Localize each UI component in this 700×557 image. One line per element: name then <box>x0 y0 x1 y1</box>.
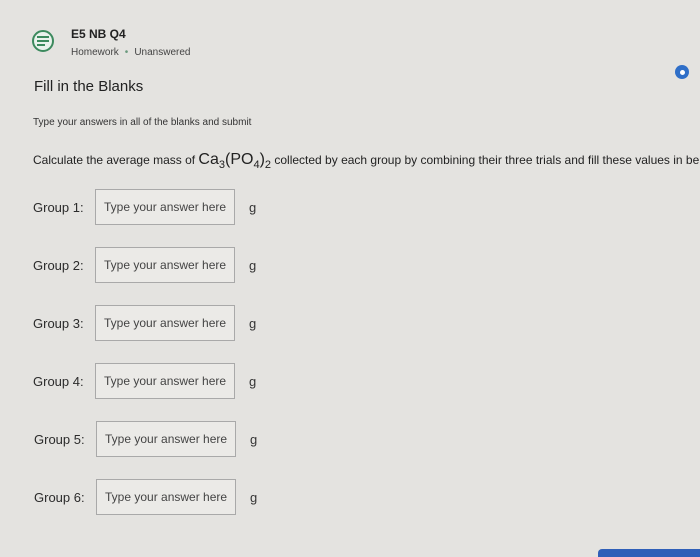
group-5-answer-input[interactable] <box>96 421 236 457</box>
group-row-1: Group 1: g <box>33 189 256 225</box>
unit-label: g <box>249 257 257 273</box>
group-1-answer-input[interactable] <box>95 189 235 225</box>
instructions: Type your answers in all of the blanks a… <box>33 117 252 128</box>
unit-label: g <box>250 431 258 447</box>
group-row-3: Group 3: g <box>33 305 256 341</box>
section-title: Fill in the Blanks <box>34 78 144 95</box>
unit-label: g <box>250 489 258 505</box>
group-label: Group 3: <box>33 315 84 331</box>
unit-label: g <box>249 315 257 331</box>
question-suffix: collected by each group by combining the… <box>271 153 700 167</box>
unit-label: g <box>249 373 257 389</box>
question-text: Calculate the average mass of Ca3(PO4)2 … <box>33 151 700 171</box>
separator-dot: • <box>124 47 129 58</box>
group-label: Group 4: <box>33 373 84 389</box>
group-label: Group 6: <box>34 489 85 505</box>
group-row-4: Group 4: g <box>33 363 256 399</box>
group-row-6: Group 6: g <box>34 479 257 515</box>
group-2-answer-input[interactable] <box>95 247 235 283</box>
status-text: Unanswered <box>134 47 191 58</box>
group-label: Group 1: <box>33 199 84 215</box>
group-label: Group 2: <box>33 257 84 273</box>
group-6-answer-input[interactable] <box>96 479 236 515</box>
assignment-title: E5 NB Q4 <box>71 27 126 41</box>
bottom-action-bar[interactable] <box>598 549 700 557</box>
chemical-formula: Ca3(PO4)2 <box>198 151 272 172</box>
question-prefix: Calculate the average mass of <box>33 153 199 167</box>
info-dot-icon[interactable] <box>675 65 689 79</box>
unit-label: g <box>249 199 257 215</box>
group-3-answer-input[interactable] <box>95 305 235 341</box>
group-row-5: Group 5: g <box>34 421 257 457</box>
group-4-answer-input[interactable] <box>95 363 235 399</box>
assignment-category: Homework <box>71 47 119 58</box>
assignment-meta: Homework • Unanswered <box>71 47 190 58</box>
group-row-2: Group 2: g <box>33 247 256 283</box>
list-check-icon <box>32 30 54 52</box>
group-label: Group 5: <box>34 431 85 447</box>
